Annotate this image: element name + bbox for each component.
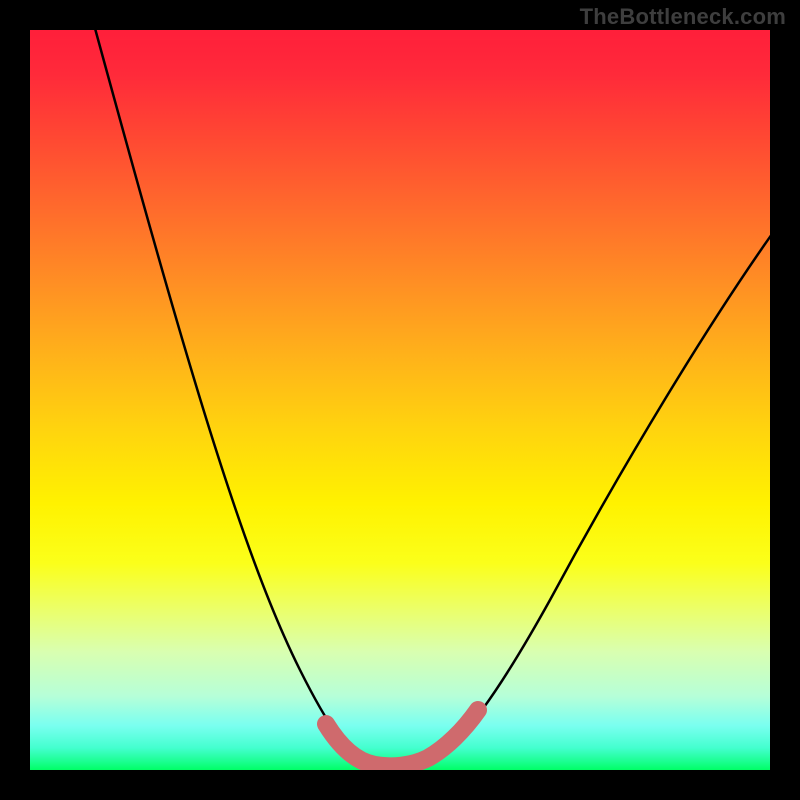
watermark-text: TheBottleneck.com [580,4,786,30]
bottleneck-curve [30,30,770,770]
plot-area [30,30,770,770]
trough-highlight [326,710,478,766]
curve-line [90,30,770,765]
chart-frame: TheBottleneck.com [0,0,800,800]
